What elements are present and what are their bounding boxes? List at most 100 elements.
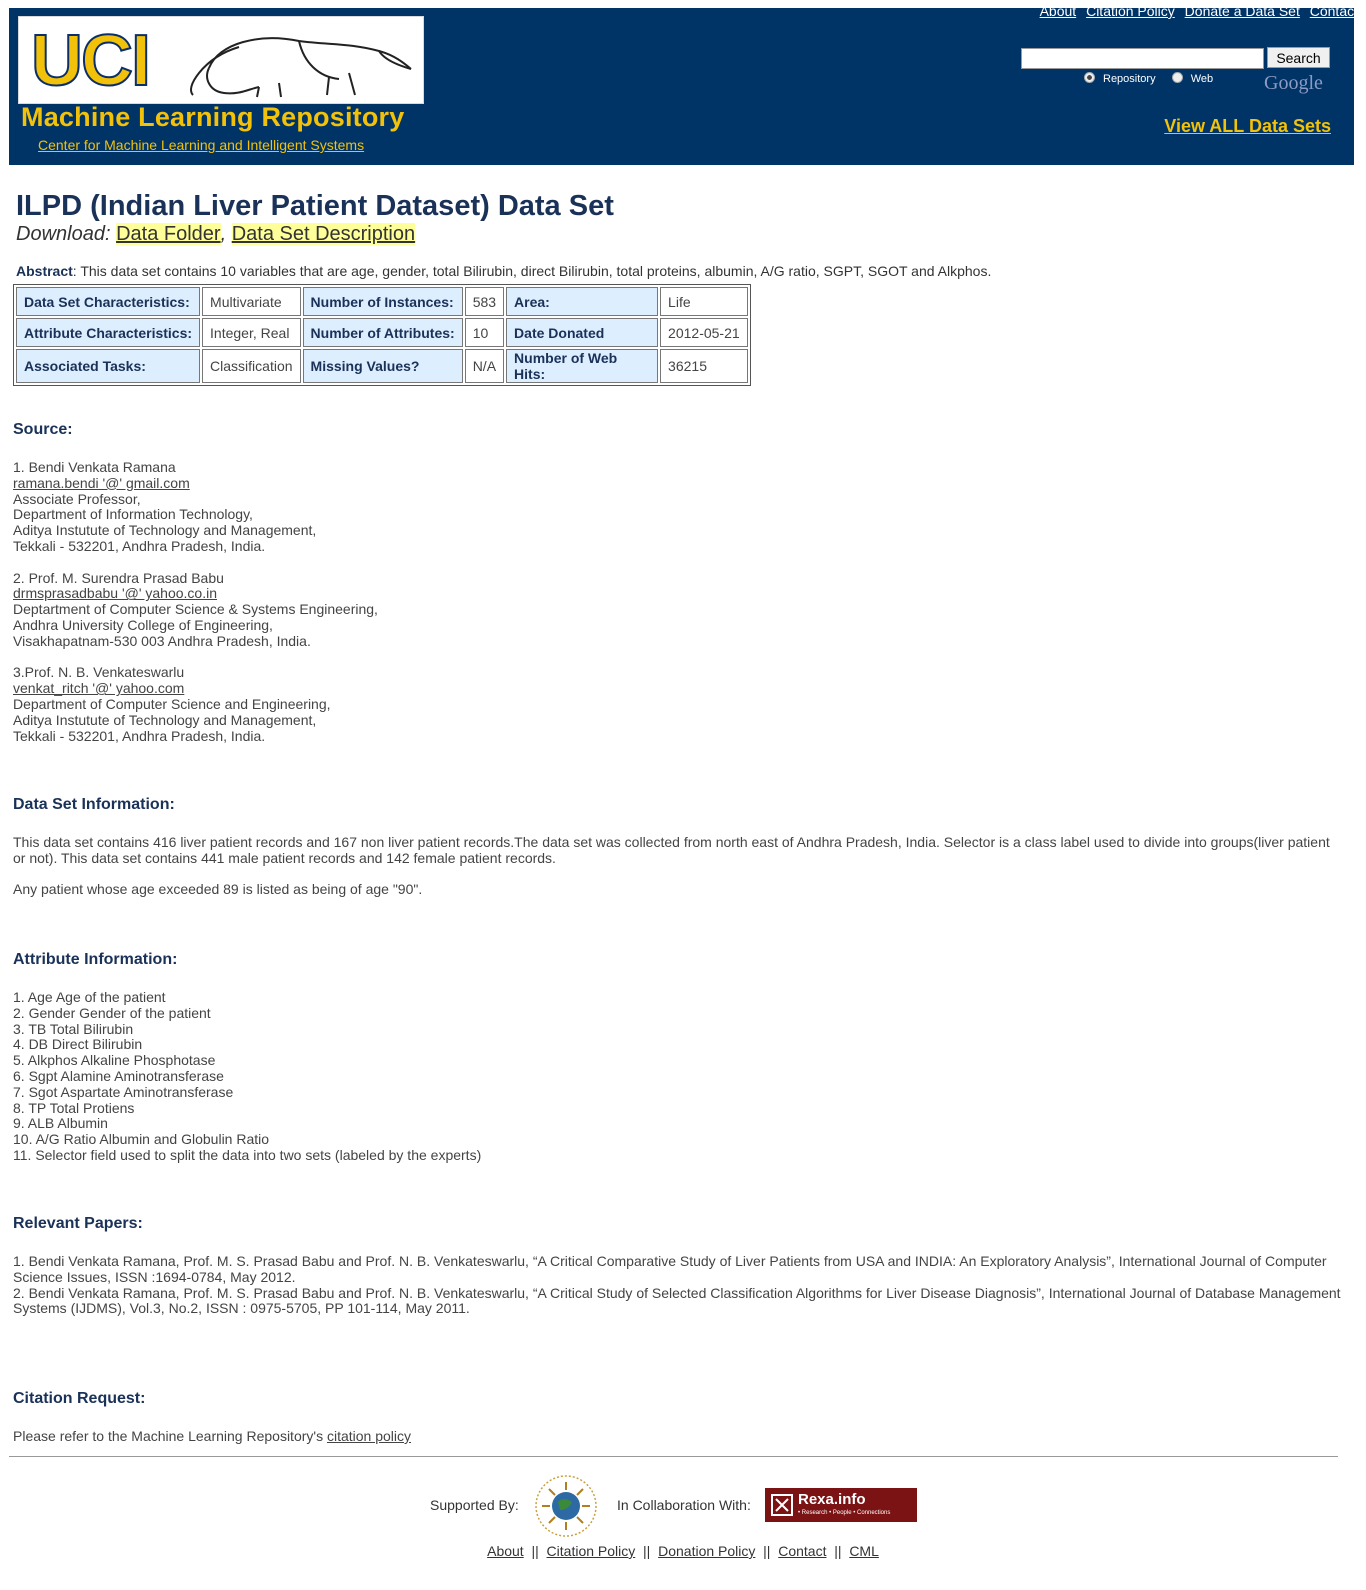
citation-request-section: Citation Request: Please refer to the Ma… bbox=[13, 1390, 1343, 1445]
search-input[interactable] bbox=[1021, 48, 1264, 69]
download-row: Download: Data Folder, Data Set Descript… bbox=[16, 223, 416, 245]
footer-link-about[interactable]: About bbox=[487, 1543, 524, 1559]
nsf-logo-icon[interactable] bbox=[530, 1472, 602, 1540]
footer-link-cml[interactable]: CML bbox=[849, 1543, 879, 1559]
table-cell: 36215 bbox=[660, 349, 749, 383]
abstract-text: : This data set contains 10 variables th… bbox=[72, 263, 992, 279]
person-email-link[interactable]: drmsprasadbabu '@' yahoo.co.in bbox=[13, 585, 217, 601]
data-set-description-link[interactable]: Data Set Description bbox=[231, 223, 416, 245]
collaboration-label: In Collaboration With: bbox=[617, 1497, 751, 1513]
search-scope: Repository Web bbox=[1084, 72, 1213, 85]
uci-logo[interactable]: UCI bbox=[18, 16, 424, 104]
google-logo: Google bbox=[1264, 72, 1323, 94]
table-cell: N/A bbox=[464, 349, 505, 383]
radio-web-label: Web bbox=[1190, 73, 1214, 85]
table-row: Attribute Characteristics: Integer, Real… bbox=[16, 318, 749, 347]
view-all-datasets-link[interactable]: View ALL Data Sets bbox=[1164, 116, 1331, 137]
table-cell: Classification bbox=[202, 349, 301, 383]
person-line: Aditya Instutute of Technology and Manag… bbox=[13, 522, 317, 539]
table-cell: Associated Tasks: bbox=[16, 349, 201, 383]
logo-text: UCI bbox=[30, 20, 152, 102]
table-cell: 2012-05-21 bbox=[660, 318, 749, 347]
site-title: Machine Learning Repository bbox=[21, 102, 405, 132]
footer-link-citation-policy[interactable]: Citation Policy bbox=[547, 1543, 636, 1559]
attributes-heading: Attribute Information: bbox=[13, 951, 178, 968]
person-line: Tekkali - 532201, Andhra Pradesh, India. bbox=[13, 727, 266, 744]
source-section: Source: 1. Bendi Venkata Ramana ramana.b… bbox=[13, 421, 1343, 744]
table-cell: 583 bbox=[464, 287, 505, 316]
person-line: Deptartment of Computer Science & System… bbox=[13, 601, 378, 618]
rexa-text: Rexa.info bbox=[798, 1491, 866, 1508]
list-item: 10. A/G Ratio Albumin and Globulin Ratio bbox=[13, 1131, 270, 1148]
radio-repository[interactable] bbox=[1084, 72, 1095, 83]
list-item: 3. TB Total Bilirubin bbox=[13, 1020, 134, 1037]
list-item: 4. DB Direct Bilirubin bbox=[13, 1036, 143, 1053]
table-cell: Life bbox=[660, 287, 749, 316]
list-item: 7. Sgot Aspartate Aminotransferase bbox=[13, 1083, 234, 1100]
attribute-information-section: Attribute Information: 1. Age Age of the… bbox=[13, 951, 1343, 1164]
source-heading: Source: bbox=[13, 421, 73, 438]
citation-policy-link[interactable]: citation policy bbox=[327, 1428, 411, 1444]
top-link-about[interactable]: About bbox=[1040, 3, 1077, 19]
top-link-donate[interactable]: Donate a Data Set bbox=[1185, 3, 1300, 19]
footer-link-contact[interactable]: Contact bbox=[778, 1543, 826, 1559]
footer-link-donation-policy[interactable]: Donation Policy bbox=[658, 1543, 755, 1559]
source-person-1: 1. Bendi Venkata Ramana ramana.bendi '@'… bbox=[13, 459, 1343, 555]
list-item: 6. Sgpt Alamine Aminotransferase bbox=[13, 1067, 224, 1084]
citation-text: Please refer to the Machine Learning Rep… bbox=[13, 1428, 324, 1444]
search-button[interactable]: Search bbox=[1267, 47, 1330, 68]
person-name: 2. Prof. M. Surendra Prasad Babu bbox=[13, 569, 224, 586]
abstract-label: Abstract bbox=[16, 263, 73, 279]
support-bar: Supported By: In Collaboration With: Rex… bbox=[0, 1470, 1366, 1540]
person-line: Andhra University College of Engineering… bbox=[13, 616, 273, 633]
table-cell: Area: bbox=[506, 287, 659, 316]
table-cell: Number of Web Hits: bbox=[506, 349, 659, 383]
top-link-citation-policy[interactable]: Citation Policy bbox=[1086, 3, 1175, 19]
list-item: 11. Selector field used to split the dat… bbox=[13, 1146, 482, 1163]
table-row: Associated Tasks: Classification Missing… bbox=[16, 349, 749, 383]
abstract: Abstract: This data set contains 10 vari… bbox=[16, 263, 991, 279]
papers-heading: Relevant Papers: bbox=[13, 1215, 143, 1232]
list-item: 1. Age Age of the patient bbox=[13, 989, 166, 1005]
person-line: Department of Information Technology, bbox=[13, 506, 253, 523]
source-person-2: 2. Prof. M. Surendra Prasad Babu drmspra… bbox=[13, 569, 1343, 650]
table-cell: Date Donated bbox=[506, 318, 659, 347]
person-line: Associate Professor, bbox=[13, 490, 141, 507]
data-folder-link[interactable]: Data Folder bbox=[116, 223, 221, 245]
page-title: ILPD (Indian Liver Patient Dataset) Data… bbox=[16, 190, 614, 222]
person-email-link[interactable]: ramana.bendi '@' gmail.com bbox=[13, 475, 190, 491]
table-cell: Number of Attributes: bbox=[302, 318, 463, 347]
list-item: 5. Alkphos Alkaline Phosphotase bbox=[13, 1052, 216, 1069]
person-line: Tekkali - 532201, Andhra Pradesh, India. bbox=[13, 537, 266, 554]
person-line: Aditya Instutute of Technology and Manag… bbox=[13, 711, 317, 728]
footer-separator: || bbox=[531, 1543, 539, 1559]
list-item: 2. Bendi Venkata Ramana, Prof. M. S. Pra… bbox=[13, 1284, 1341, 1317]
download-label: Download bbox=[16, 223, 105, 245]
table-cell: Multivariate bbox=[202, 287, 301, 316]
supported-by-label: Supported By: bbox=[430, 1497, 519, 1513]
person-line: Visakhapatnam-530 003 Andhra Pradesh, In… bbox=[13, 632, 311, 649]
anteater-logo-icon bbox=[190, 37, 412, 98]
dataset-metadata-table: Data Set Characteristics: Multivariate N… bbox=[13, 284, 752, 386]
info-heading: Data Set Information: bbox=[13, 796, 175, 813]
person-email-link[interactable]: venkat_ritch '@' yahoo.com bbox=[13, 680, 184, 696]
table-cell: Attribute Characteristics: bbox=[16, 318, 201, 347]
rexa-logo[interactable]: Rexa.info • Research • People • Connecti… bbox=[765, 1488, 917, 1522]
footer-links: About || Citation Policy || Donation Pol… bbox=[0, 1543, 1366, 1559]
table-cell: Number of Instances: bbox=[302, 287, 463, 316]
top-link-contact[interactable]: Contact bbox=[1310, 3, 1358, 19]
data-set-information-section: Data Set Information: This data set cont… bbox=[13, 796, 1343, 898]
rexa-logo-icon bbox=[771, 1494, 793, 1516]
person-name: 3.Prof. N. B. Venkateswarlu bbox=[13, 664, 185, 681]
radio-web[interactable] bbox=[1171, 72, 1183, 83]
cml-link[interactable]: Center for Machine Learning and Intellig… bbox=[38, 137, 364, 153]
table-cell: 10 bbox=[464, 318, 505, 347]
citation-heading: Citation Request: bbox=[13, 1390, 146, 1407]
relevant-papers-section: Relevant Papers: 1. Bendi Venkata Ramana… bbox=[13, 1215, 1343, 1317]
table-cell: Integer, Real bbox=[202, 318, 301, 347]
table-cell: Data Set Characteristics: bbox=[16, 287, 201, 316]
footer-divider bbox=[9, 1456, 1338, 1457]
list-item: 8. TP Total Protiens bbox=[13, 1099, 135, 1116]
list-item: 9. ALB Albumin bbox=[13, 1115, 108, 1132]
person-name: 1. Bendi Venkata Ramana bbox=[13, 459, 176, 475]
